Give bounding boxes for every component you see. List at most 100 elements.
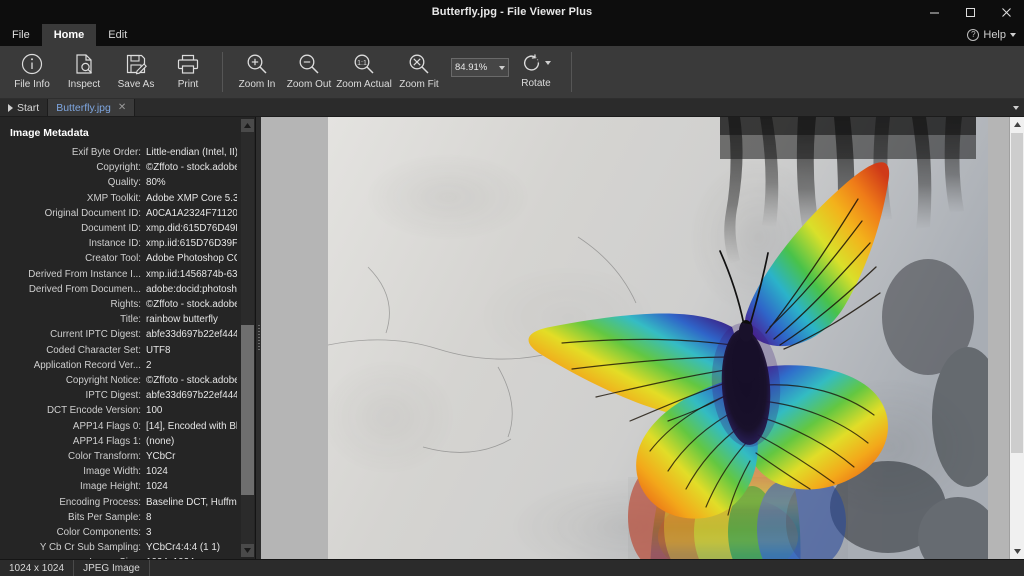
chevron-down-icon[interactable]	[499, 65, 505, 70]
save-as-label: Save As	[117, 79, 155, 90]
save-as-button[interactable]: Save As	[110, 46, 162, 98]
metadata-value: abfe33d697b22ef444e25fa8e4561aa3	[146, 390, 237, 402]
ribbon-group-file: File Info Inspect Save As Print	[0, 46, 220, 98]
rotate-button[interactable]: Rotate	[509, 46, 563, 98]
metadata-value: [14], Encoded with Blend=1 downs...	[146, 420, 237, 432]
metadata-value: Adobe Photoshop CC 2015 (Windo...	[146, 253, 237, 265]
file-viewer-plus-window: Butterfly.jpg - File Viewer Plus File Ho…	[0, 0, 1024, 576]
metadata-row: Image Width: 1024	[0, 464, 237, 479]
metadata-row: XMP Toolkit: Adobe XMP Core 5.3-c011 66.1…	[0, 191, 237, 206]
info-icon	[20, 51, 44, 77]
minimize-button[interactable]	[916, 0, 952, 24]
chevron-down-icon	[1013, 105, 1019, 110]
tab-file[interactable]: File	[0, 24, 42, 46]
metadata-row: Application Record Ver... 2	[0, 358, 237, 373]
viewer-vertical-scrollbar[interactable]	[1009, 117, 1024, 559]
close-button[interactable]	[988, 0, 1024, 24]
metadata-row: Color Transform: YCbCr	[0, 449, 237, 464]
zoom-fit-button[interactable]: Zoom Fit	[393, 46, 445, 98]
metadata-key: APP14 Flags 1:	[72, 435, 141, 447]
metadata-row: Bits Per Sample: 8	[0, 510, 237, 525]
metadata-value: xmp.did:615D76D49F2A11E8B14CC...	[146, 223, 237, 235]
metadata-row: Color Components: 3	[0, 525, 237, 540]
ribbon-collapse-button[interactable]	[1008, 99, 1024, 116]
inspect-button[interactable]: Inspect	[58, 46, 110, 98]
butterfly-photo-graphic	[328, 117, 988, 559]
metadata-value: (none)	[146, 435, 175, 447]
metadata-row: Derived From Instance I... xmp.iid:145687…	[0, 267, 237, 282]
zoom-in-icon	[245, 51, 269, 77]
scroll-down-button[interactable]	[1010, 544, 1024, 559]
metadata-scroll-up-button[interactable]	[241, 119, 254, 132]
metadata-row: Document ID: xmp.did:615D76D49F2A11E8B14C…	[0, 221, 237, 236]
image-viewer	[261, 117, 1024, 559]
tab-home[interactable]: Home	[41, 24, 97, 46]
metadata-scrollbar-thumb[interactable]	[241, 325, 254, 495]
metadata-row: Title: rainbow butterfly	[0, 312, 237, 327]
metadata-value: ©Zffoto - stock.adobe.com	[146, 299, 237, 311]
metadata-key: Application Record Ver...	[33, 359, 141, 371]
print-button[interactable]: Print	[162, 46, 214, 98]
metadata-scroll-down-button[interactable]	[241, 544, 254, 557]
metadata-value: YCbCr	[146, 451, 176, 463]
zoom-out-label: Zoom Out	[286, 79, 332, 90]
metadata-row: Rights: ©Zffoto - stock.adobe.com	[0, 297, 238, 312]
zoom-out-button[interactable]: Zoom Out	[283, 46, 335, 98]
metadata-key: APP14 Flags 0:	[72, 420, 141, 432]
svg-text:1:1: 1:1	[357, 60, 367, 67]
status-dimensions: 1024 x 1024	[0, 559, 75, 576]
window-title: Butterfly.jpg - File Viewer Plus	[431, 6, 593, 18]
metadata-value: 80%	[146, 177, 166, 189]
metadata-value: rainbow butterfly	[146, 314, 218, 326]
chevron-down-icon[interactable]	[545, 61, 551, 65]
metadata-list: Image Metadata Exif Byte Order: Little-en…	[0, 117, 255, 559]
metadata-value: adobe:docid:photoshop:4d7eb5e5...	[146, 283, 237, 295]
viewer-scrollbar-thumb[interactable]	[1011, 133, 1023, 453]
maximize-button[interactable]	[952, 0, 988, 24]
metadata-row: Coded Character Set: UTF8	[0, 343, 237, 358]
status-filetype: JPEG Image	[74, 559, 150, 576]
metadata-key: Copyright Notice:	[65, 375, 141, 387]
tab-edit[interactable]: Edit	[96, 24, 139, 46]
chevron-down-icon	[1010, 33, 1016, 37]
metadata-value: Baseline DCT, Huffman coding	[146, 496, 237, 508]
metadata-row: Copyright: ©Zffoto - stock.adobe.com	[0, 160, 237, 175]
close-icon[interactable]: ✕	[118, 102, 126, 113]
metadata-row: Current IPTC Digest: abfe33d697b22ef444e2…	[0, 327, 237, 342]
scroll-up-button[interactable]	[1010, 117, 1024, 132]
metadata-row: APP14 Flags 0: [14], Encoded with Blend=1…	[0, 419, 237, 434]
tab-start[interactable]: Start	[0, 99, 49, 116]
metadata-key: Image Height:	[80, 481, 141, 493]
zoom-level-combobox[interactable]: 84.91%	[451, 58, 509, 77]
image-metadata-panel: Image Metadata Exif Byte Order: Little-en…	[0, 117, 256, 559]
zoom-actual-button[interactable]: 1:1 Zoom Actual	[335, 46, 393, 98]
menu-tab-strip: File Home Edit ? Help	[0, 24, 1024, 46]
zoom-level-value: 84.91%	[455, 62, 488, 73]
rotate-icon	[521, 50, 551, 76]
metadata-row: Quality: 80%	[0, 175, 237, 190]
tab-butterfly-jpg[interactable]: Butterfly.jpg ✕	[48, 99, 136, 116]
image-canvas-area[interactable]	[261, 117, 1009, 559]
metadata-key: Copyright:	[96, 162, 141, 174]
print-label: Print	[177, 79, 199, 90]
splitter-grip-icon	[257, 325, 260, 351]
main-body: Image Metadata Exif Byte Order: Little-en…	[0, 117, 1024, 559]
file-info-button[interactable]: File Info	[6, 46, 58, 98]
metadata-key: Coded Character Set:	[46, 344, 141, 356]
play-triangle-icon	[8, 103, 13, 112]
metadata-key: Image Width:	[83, 466, 141, 478]
metadata-row: Y Cb Cr Sub Sampling: YCbCr4:4:4 (1 1)	[0, 540, 237, 555]
metadata-key: IPTC Digest:	[85, 390, 141, 402]
document-tab-bar: Start Butterfly.jpg ✕	[0, 99, 1024, 117]
metadata-key: Derived From Documen...	[28, 283, 141, 295]
metadata-value: Adobe XMP Core 5.3-c011 66.14566...	[146, 192, 237, 204]
metadata-value: xmp.iid:1456874b-639f-ed4f-aceb-6...	[146, 268, 237, 280]
ribbon-toolbar: File Info Inspect Save As Print Zoom In …	[0, 46, 1024, 99]
metadata-row: Derived From Documen... adobe:docid:photo…	[0, 282, 237, 297]
zoom-in-button[interactable]: Zoom In	[231, 46, 283, 98]
inspect-label: Inspect	[67, 79, 101, 90]
metadata-key: Image Size:	[0, 555, 146, 559]
help-label: Help	[983, 29, 1006, 41]
help-button[interactable]: ? Help	[967, 24, 1024, 46]
metadata-key: Current IPTC Digest:	[50, 329, 141, 341]
